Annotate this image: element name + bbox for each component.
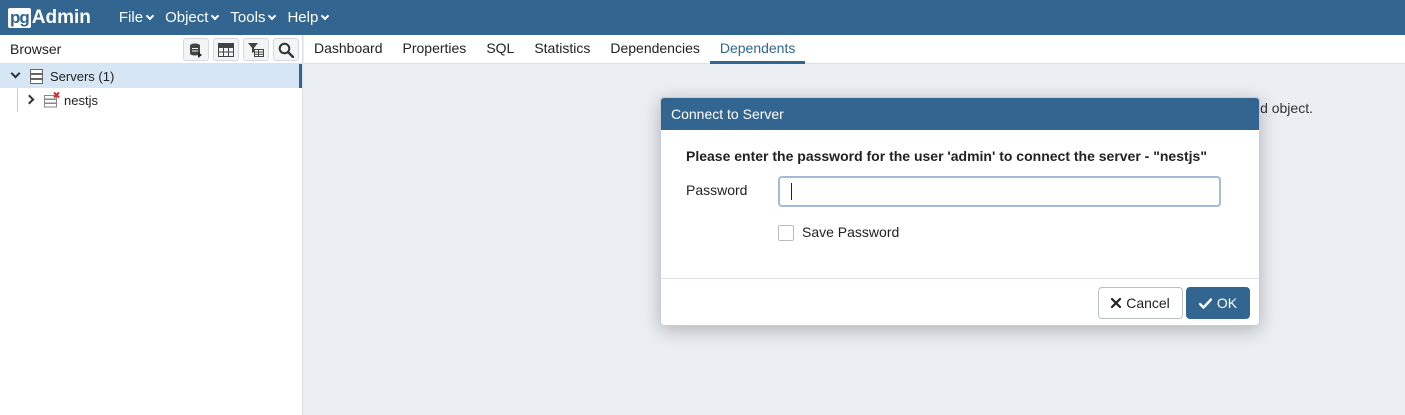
close-icon <box>1111 298 1122 308</box>
password-label: Password <box>686 182 748 198</box>
save-password-label[interactable]: Save Password <box>802 224 899 240</box>
tab-sql[interactable]: SQL <box>476 35 524 64</box>
browser-panel: Browser Servers (1) nestjs <box>0 35 303 415</box>
chevron-down-icon <box>145 11 155 20</box>
connect-to-server-dialog: Connect to Server Please enter the passw… <box>660 97 1260 326</box>
server-group-icon <box>30 69 43 84</box>
text-cursor <box>791 183 792 200</box>
password-input[interactable] <box>778 176 1221 207</box>
query-tool-button[interactable] <box>183 38 209 61</box>
menu-help[interactable]: Help <box>281 0 334 35</box>
menu-help-label: Help <box>287 9 319 26</box>
tab-properties[interactable]: Properties <box>393 35 477 64</box>
tab-statistics[interactable]: Statistics <box>524 35 600 64</box>
search-objects-button[interactable] <box>273 38 299 61</box>
tree-item-label: nestjs <box>64 93 98 108</box>
check-icon <box>1198 297 1212 309</box>
content-hint-text: d object. <box>1260 100 1313 116</box>
menu-tools-label: Tools <box>230 9 266 26</box>
tree-item-servers[interactable]: Servers (1) <box>0 64 302 88</box>
menu-file-label: File <box>118 9 144 26</box>
chevron-down-icon <box>211 11 220 20</box>
tab-dependents[interactable]: Dependents <box>709 35 806 64</box>
dialog-title: Connect to Server <box>661 98 1259 130</box>
ok-button-label: OK <box>1216 295 1238 311</box>
tree-item-label: Servers (1) <box>50 69 115 84</box>
browser-header: Browser <box>0 35 302 64</box>
menu-tools[interactable]: Tools <box>224 0 281 35</box>
chevron-right-icon[interactable] <box>24 94 35 105</box>
chevron-down-icon <box>268 11 277 20</box>
main-tabs: Dashboard Properties SQL Statistics Depe… <box>304 35 1405 64</box>
top-navbar: pg Admin File Object Tools Help <box>0 0 1405 35</box>
query-tool-icon <box>190 43 202 58</box>
tab-dashboard[interactable]: Dashboard <box>304 35 393 64</box>
chevron-down-icon <box>321 11 330 20</box>
menu-object-label: Object <box>165 9 209 26</box>
search-icon <box>278 42 294 58</box>
pgadmin-logo: pg Admin <box>8 0 91 35</box>
chevron-down-icon[interactable] <box>10 68 21 79</box>
cancel-button-label: Cancel <box>1126 295 1170 311</box>
dialog-message: Please enter the password for the user '… <box>686 148 1207 164</box>
filtered-rows-icon <box>248 42 264 57</box>
logo-pg-mark: pg <box>8 7 31 28</box>
save-password-checkbox[interactable] <box>778 225 794 241</box>
server-disconnected-icon <box>44 92 60 108</box>
dialog-footer: Cancel OK <box>661 278 1259 325</box>
cancel-button[interactable]: Cancel <box>1098 287 1183 319</box>
ok-button[interactable]: OK <box>1186 287 1250 319</box>
menu-object[interactable]: Object <box>159 0 224 35</box>
tree-guide-line <box>17 88 18 112</box>
tab-dependencies[interactable]: Dependencies <box>600 35 710 64</box>
view-data-icon <box>218 42 234 57</box>
view-data-button[interactable] <box>213 38 239 61</box>
tree-item-nestjs[interactable]: nestjs <box>0 88 302 112</box>
main-menu: File Object Tools Help <box>113 0 334 35</box>
logo-admin-text: Admin <box>31 6 91 28</box>
filtered-rows-button[interactable] <box>243 38 269 61</box>
browser-title: Browser <box>10 41 62 57</box>
menu-file[interactable]: File <box>113 0 159 35</box>
